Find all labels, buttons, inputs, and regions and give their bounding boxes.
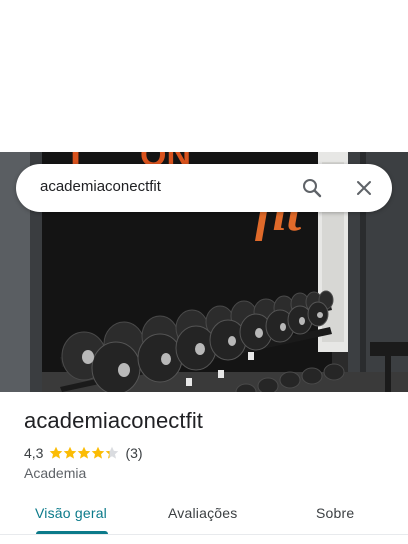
- star-icon: [106, 446, 119, 459]
- tab-overview[interactable]: Visão geral: [35, 505, 107, 521]
- search-bar[interactable]: academiaconectfit: [16, 164, 392, 212]
- tab-reviews[interactable]: Avaliações: [168, 505, 237, 521]
- place-name: academiaconectfit: [24, 408, 204, 433]
- review-count: (3): [125, 445, 143, 461]
- place-category[interactable]: Academia: [24, 465, 86, 481]
- tabs-divider: [0, 534, 408, 535]
- star-icon: [64, 446, 77, 459]
- star-icon: [92, 446, 105, 459]
- rating-row[interactable]: 4,3 (3): [24, 444, 143, 462]
- close-icon[interactable]: [352, 176, 376, 200]
- rating-stars: [49, 446, 119, 460]
- place-tabs: Visão geral Avaliações Sobre: [0, 496, 408, 544]
- tab-about[interactable]: Sobre: [316, 505, 354, 521]
- search-icon[interactable]: [300, 176, 324, 200]
- search-input[interactable]: academiaconectfit: [40, 178, 161, 195]
- rating-value: 4,3: [24, 445, 44, 461]
- star-icon: [78, 446, 91, 459]
- star-icon: [50, 446, 63, 459]
